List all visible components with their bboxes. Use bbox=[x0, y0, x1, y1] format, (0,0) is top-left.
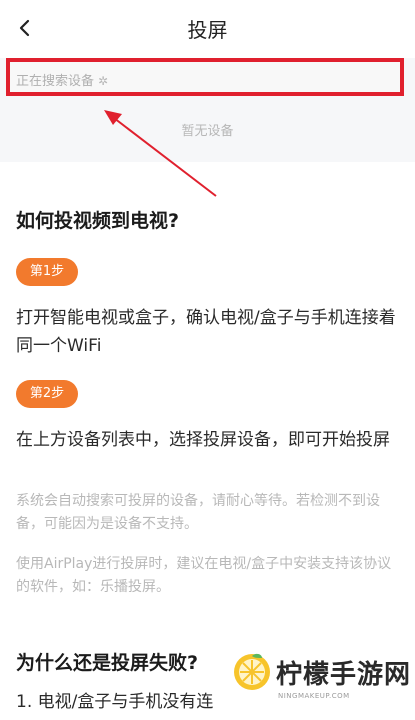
search-status: 正在搜索设备 ✲ bbox=[16, 70, 108, 89]
help-title: 如何投视频到电视? bbox=[16, 210, 180, 232]
step-1-badge: 第1步 bbox=[16, 258, 78, 286]
faq-title: 为什么还是投屏失败? bbox=[16, 652, 199, 674]
watermark: 柠檬手游网 NINGMAKEUP.COM bbox=[226, 644, 411, 716]
search-status-box[interactable]: 正在搜索设备 ✲ bbox=[6, 58, 404, 96]
search-status-text: 正在搜索设备 bbox=[16, 74, 95, 89]
watermark-brand: 柠檬手游网 bbox=[276, 660, 412, 690]
header-bar: 投屏 bbox=[0, 0, 415, 58]
airplay-tip-note: 使用AirPlay进行投屏时，建议在电视/盒子中安装支持该协议的软件，如：乐播投… bbox=[16, 556, 392, 595]
lemon-logo-icon bbox=[234, 653, 270, 690]
watermark-url: NINGMAKEUP.COM bbox=[278, 692, 350, 700]
step-2-text: 在上方设备列表中，选择投屏设备，即可开始投屏 bbox=[16, 430, 390, 450]
page-title: 投屏 bbox=[187, 18, 228, 42]
step-1-text: 打开智能电视或盒子，确认电视/盒子与手机连接着同一个WiFi bbox=[16, 308, 396, 356]
loading-spinner-icon: ✲ bbox=[98, 74, 109, 88]
search-tip-note: 系统会自动搜索可投屏的设备，请耐心等待。若检测不到设备，可能因为是设备不支持。 bbox=[16, 493, 380, 532]
step-2-badge: 第2步 bbox=[16, 380, 78, 408]
device-search-panel: 正在搜索设备 ✲ 暂无设备 bbox=[0, 58, 415, 162]
empty-devices-label: 暂无设备 bbox=[181, 124, 234, 139]
